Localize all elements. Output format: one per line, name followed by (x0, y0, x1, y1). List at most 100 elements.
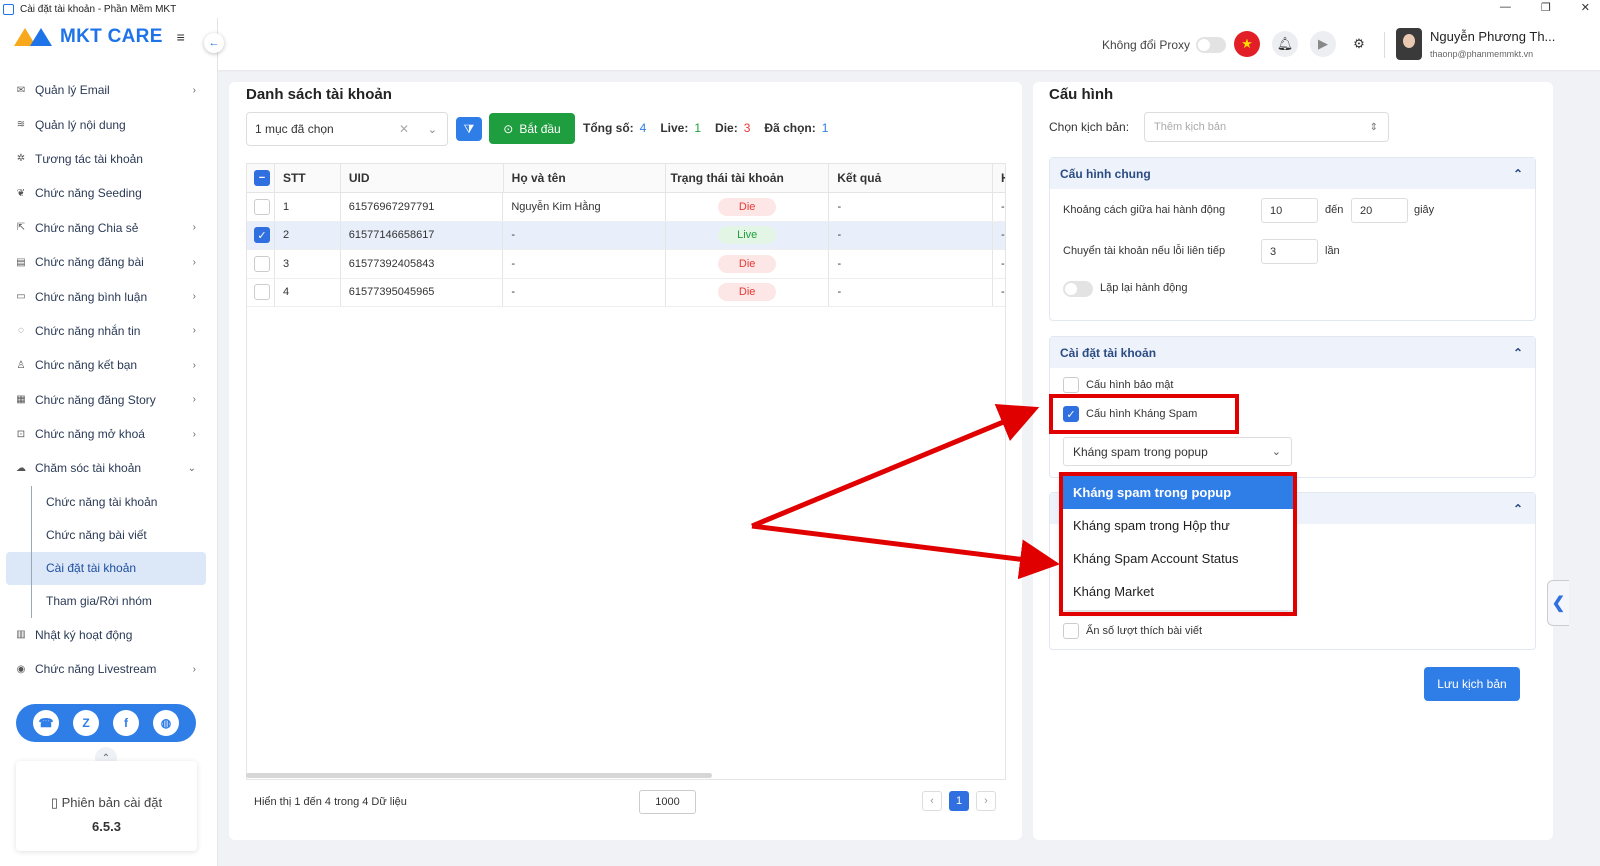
restore-icon[interactable]: ❐ (1541, 1, 1551, 14)
switch-account-input[interactable]: 3 (1261, 239, 1318, 264)
table-row[interactable]: 4 61577395045965 - Die - - (247, 278, 1005, 307)
column-header[interactable]: H (993, 164, 1005, 192)
table-row[interactable]: 1 61576967297791 Nguyễn Kim Hằng Die - - (247, 193, 1005, 222)
chevron-right-icon: › (192, 394, 196, 406)
table-cell: - (829, 193, 993, 221)
account-list-title: Danh sách tài khoản (246, 86, 392, 103)
clear-icon[interactable]: ✕ (399, 122, 409, 136)
column-header[interactable]: Họ và tên (504, 164, 667, 192)
column-header[interactable]: STT (275, 164, 341, 192)
bell-icon[interactable]: 🔔︎ (1272, 31, 1298, 57)
repeat-label: Lặp lại hành động (1100, 282, 1188, 294)
status-badge: Die (718, 283, 777, 302)
table-header: − STT UID Họ và tên Trạng thái tài khoản… (247, 164, 1005, 193)
hide-likes-checkbox[interactable] (1063, 623, 1079, 639)
sidebar-subitem-account-settings[interactable]: Cài đặt tài khoản (6, 551, 206, 585)
table-row[interactable]: 3 61577392405843 - Die - - (247, 250, 1005, 279)
account-settings-header[interactable]: Cài đặt tài khoản ⌃ (1050, 337, 1535, 368)
sidebar-subitem-join-leave-group[interactable]: Tham gia/Rời nhóm (0, 584, 218, 618)
sidebar-item-share[interactable]: ⇱ Chức năng Chia sẻ › (0, 211, 218, 245)
sidebar-item-seeding[interactable]: ❦ Chức năng Seeding (0, 176, 218, 210)
brand-logo[interactable]: MKT CARE ≡ (12, 26, 185, 48)
antispam-select-value: Kháng spam trong popup (1073, 444, 1208, 459)
row-checkbox[interactable]: ✓ (254, 227, 270, 244)
column-header[interactable]: UID (341, 164, 504, 192)
column-header[interactable]: Kết quả (829, 164, 994, 192)
avatar[interactable] (1396, 28, 1422, 60)
table-cell: 3 (275, 250, 341, 278)
page-number-button[interactable]: 1 (949, 791, 969, 811)
version-icon: ▯ (50, 795, 62, 810)
sidebar-subitem-account-functions[interactable]: Chức năng tài khoản (0, 485, 218, 519)
language-flag-icon[interactable]: ★ (1234, 31, 1260, 57)
table-cell: - (829, 278, 993, 306)
account-select[interactable]: 1 mục đã chọn ✕ ⌄ (246, 112, 448, 146)
antispam-select[interactable]: Kháng spam trong popup ⌄ (1063, 437, 1292, 466)
close-icon[interactable]: ✕ (1581, 1, 1590, 14)
globe-icon[interactable]: ◍ (153, 710, 179, 736)
gear-icon[interactable]: ⚙ (1346, 31, 1372, 57)
row-checkbox[interactable] (254, 198, 270, 215)
security-checkbox[interactable] (1063, 377, 1079, 393)
interval-from-input[interactable]: 10 (1261, 198, 1318, 223)
window-title: Cài đặt tài khoản - Phần Mềm MKT (20, 3, 177, 15)
proxy-toggle[interactable] (1196, 37, 1227, 53)
save-script-button[interactable]: Lưu kịch bản (1424, 667, 1520, 701)
table-row[interactable]: ✓ 2 61577146658617 - Live - - (247, 221, 1005, 250)
sidebar-item-add-friend[interactable]: ♙ Chức năng kết bạn › (0, 348, 218, 382)
sidebar-item-content[interactable]: ≋ Quản lý nội dung (0, 107, 218, 141)
support-icon[interactable]: ☎ (33, 710, 59, 736)
chevron-right-icon: › (192, 325, 196, 337)
facebook-icon[interactable]: f (113, 710, 139, 736)
filter-button[interactable]: ⧩ (456, 117, 482, 141)
menu-icon[interactable]: ≡ (177, 29, 185, 45)
sidebar-menu: ✉ Quản lý Email › ≋ Quản lý nội dung ✲ Tương… (0, 73, 218, 686)
side-panel-toggle-icon[interactable]: ❮ (1547, 580, 1569, 626)
start-label: Bắt đầu (519, 121, 561, 136)
horizontal-scrollbar[interactable] (246, 773, 712, 778)
page-size-input[interactable]: 1000 (639, 790, 696, 814)
sidebar-item-care[interactable]: ☁ Chăm sóc tài khoản ⌄ (0, 451, 218, 485)
sidebar-collapse-button[interactable]: ← (204, 33, 224, 53)
sidebar-item-message[interactable]: ◌ Chức năng nhắn tin › (0, 314, 218, 348)
sidebar-item-unlock[interactable]: ⊡ Chức năng mở khoá › (0, 417, 218, 451)
interval-to-input[interactable]: 20 (1351, 198, 1408, 223)
proxy-label: Không đổi Proxy (1102, 38, 1191, 52)
story-icon: ▦ (16, 394, 26, 406)
switch-account-label: Chuyển tài khoản nếu lỗi liên tiếp (1063, 245, 1226, 257)
chevron-up-icon[interactable]: ⌃ (1513, 167, 1523, 181)
sidebar-item-label: Quản lý nội dung (35, 117, 126, 132)
interact-icon: ✲ (16, 153, 26, 165)
prev-page-icon[interactable]: ‹ (922, 791, 942, 811)
user-name[interactable]: Nguyễn Phương Th... (1430, 29, 1555, 44)
sidebar-item-email[interactable]: ✉ Quản lý Email › (0, 73, 218, 107)
unlock-icon: ⊡ (16, 428, 26, 440)
script-select[interactable]: Thêm kịch bản ⇕ (1144, 112, 1389, 142)
sidebar-item-label: Chức năng nhắn tin (35, 323, 141, 338)
start-button[interactable]: ⊙ Bắt đầu (489, 113, 575, 144)
chevron-up-icon[interactable]: ⌃ (1513, 346, 1523, 360)
sidebar-item-post[interactable]: ▤ Chức năng đăng bài › (0, 245, 218, 279)
sidebar-item-activity-log[interactable]: ▥ Nhật ký hoạt động (0, 618, 218, 652)
message-icon: ◌ (18, 325, 24, 337)
row-checkbox[interactable] (254, 284, 270, 301)
chevron-up-icon[interactable]: ⌃ (1513, 502, 1523, 516)
account-stats: Tổng số: 4 Live: 1 Die: 3 Đã chọn: 1 (583, 121, 828, 135)
general-config-header[interactable]: Cấu hình chung ⌃ (1050, 158, 1535, 189)
repeat-toggle[interactable] (1063, 281, 1093, 297)
sidebar-subitem-post-functions[interactable]: Chức năng bài viết (0, 518, 218, 552)
sidebar-item-interact[interactable]: ✲ Tương tác tài khoản (0, 142, 218, 176)
column-header[interactable]: Trạng thái tài khoản (666, 164, 830, 192)
row-checkbox[interactable] (254, 255, 270, 272)
sidebar-item-story[interactable]: ▦ Chức năng đăng Story › (0, 383, 218, 417)
play-icon[interactable]: ▶ (1310, 31, 1336, 57)
sidebar-item-livestream[interactable]: ◉ Chức năng Livestream › (0, 652, 218, 686)
sidebar-item-comment[interactable]: ▭ Chức năng bình luận › (0, 279, 218, 313)
annotation-box-dropdown (1059, 472, 1297, 616)
next-page-icon[interactable]: › (976, 791, 996, 811)
zalo-icon[interactable]: Z (73, 710, 99, 736)
select-all-checkbox[interactable]: − (254, 170, 270, 186)
script-placeholder: Thêm kịch bản (1154, 121, 1227, 133)
sidebar-subitem-label: Chức năng bài viết (46, 528, 147, 543)
minimize-icon[interactable]: — (1500, 1, 1511, 14)
